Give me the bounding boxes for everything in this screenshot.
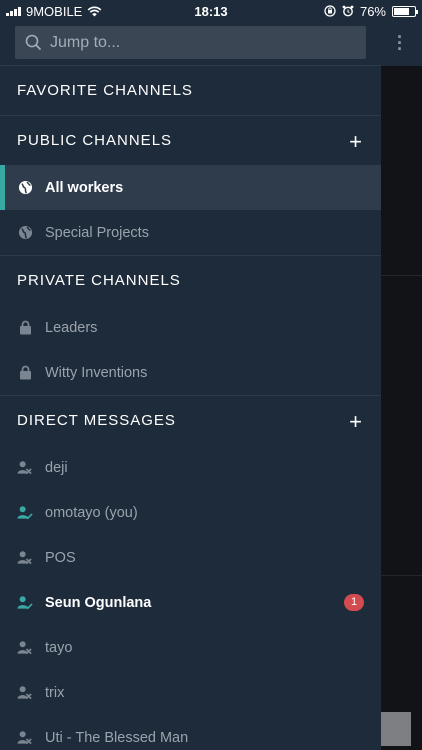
dm-item-seun-ogunlana[interactable]: Seun Ogunlana 1 bbox=[0, 580, 381, 625]
carrier-label: 9MOBILE bbox=[26, 3, 83, 19]
lock-icon bbox=[17, 320, 33, 336]
user-online-icon bbox=[17, 595, 33, 611]
section-title: DIRECT MESSAGES bbox=[17, 412, 176, 429]
section-direct-messages[interactable]: DIRECT MESSAGES + bbox=[0, 395, 381, 445]
add-direct-message-button[interactable]: + bbox=[349, 409, 362, 435]
orientation-lock-icon bbox=[324, 5, 336, 17]
section-title: PRIVATE CHANNELS bbox=[17, 272, 181, 289]
dm-label: omotayo (you) bbox=[45, 504, 138, 521]
dm-label: deji bbox=[45, 459, 68, 476]
dm-item-omotayo[interactable]: omotayo (you) bbox=[0, 490, 381, 535]
dm-label: trix bbox=[45, 684, 65, 701]
dm-item-pos[interactable]: POS bbox=[0, 535, 381, 580]
add-public-channel-button[interactable]: + bbox=[349, 129, 362, 155]
user-offline-icon bbox=[17, 730, 33, 746]
user-offline-icon bbox=[17, 640, 33, 656]
wifi-icon bbox=[87, 6, 102, 16]
signal-icon bbox=[6, 6, 21, 16]
search-icon bbox=[25, 34, 42, 51]
dm-label: Uti - The Blessed Man bbox=[45, 729, 189, 746]
background-button[interactable] bbox=[381, 712, 411, 746]
channel-item-witty-inventions[interactable]: Witty Inventions bbox=[0, 350, 381, 395]
channel-label: Special Projects bbox=[45, 224, 149, 241]
background-header: · · · bbox=[381, 22, 422, 66]
dm-item-tayo[interactable]: tayo bbox=[0, 625, 381, 670]
dm-item-uti[interactable]: Uti - The Blessed Man bbox=[0, 715, 381, 750]
battery-percent: 76% bbox=[359, 3, 386, 19]
battery-icon bbox=[392, 5, 418, 17]
background-divider bbox=[381, 275, 422, 276]
more-icon[interactable]: · · · bbox=[397, 28, 403, 58]
lock-icon bbox=[17, 365, 33, 381]
dm-label: POS bbox=[45, 549, 76, 566]
section-title: PUBLIC CHANNELS bbox=[17, 132, 173, 149]
battery-fill bbox=[394, 7, 410, 15]
jump-to-search[interactable]: Jump to... bbox=[15, 26, 366, 59]
section-title: FAVORITE CHANNELS bbox=[17, 82, 193, 99]
background-app: · · · bbox=[381, 22, 422, 750]
channel-item-all-workers[interactable]: All workers bbox=[0, 165, 381, 210]
dm-item-deji[interactable]: deji bbox=[0, 445, 381, 490]
status-bar: 9MOBILE 18:13 76% bbox=[0, 0, 422, 22]
channel-label: Witty Inventions bbox=[45, 364, 148, 381]
unread-badge: 1 bbox=[344, 594, 364, 611]
section-favorite-channels[interactable]: FAVORITE CHANNELS bbox=[0, 65, 381, 115]
section-private-channels[interactable]: PRIVATE CHANNELS bbox=[0, 255, 381, 305]
user-online-icon bbox=[17, 505, 33, 521]
channel-label: Leaders bbox=[45, 319, 98, 336]
globe-icon bbox=[17, 180, 33, 196]
background-divider bbox=[381, 575, 422, 576]
globe-icon bbox=[17, 225, 33, 241]
user-offline-icon bbox=[17, 685, 33, 701]
clock: 18:13 bbox=[194, 3, 228, 19]
channel-drawer: Jump to... FAVORITE CHANNELS PUBLIC CHAN… bbox=[0, 22, 381, 750]
channel-label: All workers bbox=[45, 179, 124, 196]
section-public-channels[interactable]: PUBLIC CHANNELS + bbox=[0, 115, 381, 165]
status-right: 76% bbox=[276, 3, 418, 19]
dm-item-trix[interactable]: trix bbox=[0, 670, 381, 715]
user-offline-icon bbox=[17, 460, 33, 476]
dm-label: Seun Ogunlana bbox=[45, 594, 152, 611]
alarm-icon bbox=[342, 5, 354, 17]
dm-label: tayo bbox=[45, 639, 73, 656]
search-placeholder: Jump to... bbox=[50, 33, 121, 51]
channel-item-leaders[interactable]: Leaders bbox=[0, 305, 381, 350]
status-left: 9MOBILE bbox=[6, 4, 146, 19]
user-offline-icon bbox=[17, 550, 33, 566]
channel-item-special-projects[interactable]: Special Projects bbox=[0, 210, 381, 255]
